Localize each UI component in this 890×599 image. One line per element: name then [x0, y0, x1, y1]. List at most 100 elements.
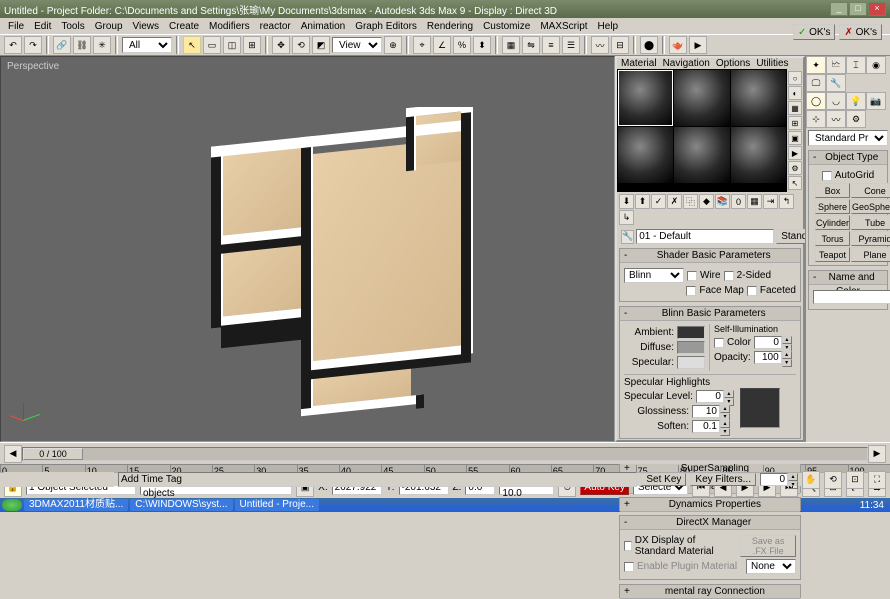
box-button[interactable]: Box: [815, 183, 850, 198]
menu-modifiers[interactable]: Modifiers: [205, 21, 254, 32]
rollout-shader-header[interactable]: Shader Basic Parameters: [620, 249, 800, 263]
systems-tab-icon[interactable]: ⚙: [846, 110, 866, 128]
pivot-button[interactable]: ⊕: [384, 36, 402, 54]
menu-edit[interactable]: Edit: [30, 21, 55, 32]
me-menu-utilities[interactable]: Utilities: [756, 58, 788, 69]
mat-id-icon[interactable]: 0: [731, 194, 746, 209]
facemap-checkbox[interactable]: [686, 286, 696, 296]
sample-uv-icon[interactable]: ⊞: [788, 116, 802, 130]
dx-save-button[interactable]: Save as .FX File: [740, 535, 796, 557]
object-name-input[interactable]: [813, 290, 890, 304]
menu-help[interactable]: Help: [594, 21, 623, 32]
dx-plugin-combo[interactable]: None: [746, 559, 796, 574]
material-editor-button[interactable]: ⬤: [640, 36, 658, 54]
sample-type-icon[interactable]: ○: [788, 71, 802, 85]
selection-filter-combo[interactable]: All: [122, 37, 172, 53]
me-menu-navigation[interactable]: Navigation: [663, 58, 710, 69]
autogrid-checkbox[interactable]: [822, 171, 832, 181]
angle-snap-button[interactable]: ∠: [433, 36, 451, 54]
maximize-button[interactable]: □: [849, 2, 867, 16]
object-type-header[interactable]: Object Type: [809, 151, 887, 165]
dx-display-checkbox[interactable]: [624, 541, 632, 551]
material-slot-4[interactable]: [618, 127, 673, 183]
torus-button[interactable]: Torus: [815, 231, 850, 246]
select-by-name-button[interactable]: ▭: [203, 36, 221, 54]
undo-button[interactable]: ↶: [4, 36, 22, 54]
add-time-tag[interactable]: Add Time Tag: [118, 472, 637, 487]
quick-render-button[interactable]: ▶: [689, 36, 707, 54]
timeslider-next-icon[interactable]: ▶: [868, 445, 886, 463]
me-menu-material[interactable]: Material: [621, 58, 657, 69]
show-end-icon[interactable]: ⇥: [763, 194, 778, 209]
coord-system-combo[interactable]: View: [332, 37, 382, 53]
move-button[interactable]: ✥: [272, 36, 290, 54]
go-forward-icon[interactable]: ↳: [619, 210, 634, 225]
taskbar-item-2[interactable]: C:\WINDOWS\syst...: [130, 499, 232, 511]
put-to-scene-icon[interactable]: ⬆: [635, 194, 650, 209]
material-slot-2[interactable]: [674, 70, 729, 126]
spin-up-icon[interactable]: ▴: [782, 336, 792, 344]
viewport-perspective[interactable]: Perspective: [0, 56, 615, 442]
material-slot-1[interactable]: [618, 70, 673, 126]
hierarchy-tab-icon[interactable]: ⌶: [846, 56, 866, 74]
helpers-tab-icon[interactable]: ⊹: [806, 110, 826, 128]
curve-editor-button[interactable]: 〰: [591, 36, 609, 54]
cancel-button[interactable]: OK's: [839, 24, 882, 40]
taskbar-item-3[interactable]: Untitled - Proje...: [235, 499, 319, 511]
diffuse-swatch[interactable]: [677, 341, 705, 354]
scale-button[interactable]: ◩: [312, 36, 330, 54]
dx-plugin-checkbox[interactable]: [624, 562, 634, 572]
material-slot-6[interactable]: [731, 127, 786, 183]
me-menu-options[interactable]: Options: [716, 58, 750, 69]
geosphere-button[interactable]: GeoSphere: [851, 199, 890, 214]
pick-material-icon[interactable]: 🔧: [621, 230, 634, 244]
faceted-checkbox[interactable]: [747, 286, 757, 296]
current-frame-input[interactable]: [760, 473, 788, 486]
window-crossing-button[interactable]: ⊞: [243, 36, 261, 54]
key-filters-button[interactable]: Key Filters...: [690, 473, 756, 486]
menu-customize[interactable]: Customize: [479, 21, 534, 32]
time-slider[interactable]: 0 / 100: [22, 447, 868, 461]
snap-button[interactable]: ⌖: [413, 36, 431, 54]
show-map-icon[interactable]: ▦: [747, 194, 762, 209]
pyramid-button[interactable]: Pyramid: [851, 231, 890, 246]
motion-tab-icon[interactable]: ◉: [866, 56, 886, 74]
backlight-icon[interactable]: ◐: [788, 86, 802, 100]
go-parent-icon[interactable]: ↰: [779, 194, 794, 209]
arc-rotate-icon[interactable]: ⟲: [824, 471, 842, 489]
rollout-directx-header[interactable]: DirectX Manager: [620, 516, 800, 530]
menu-rendering[interactable]: Rendering: [423, 21, 477, 32]
modify-tab-icon[interactable]: 🗠: [826, 56, 846, 74]
name-color-header[interactable]: Name and Color: [809, 271, 887, 285]
teapot-button[interactable]: Teapot: [815, 247, 850, 262]
material-name-input[interactable]: [636, 229, 774, 244]
min-max-icon[interactable]: ⛶: [868, 471, 886, 489]
specular-swatch[interactable]: [677, 356, 705, 369]
menu-create[interactable]: Create: [165, 21, 203, 32]
taskbar-item-1[interactable]: 3DMAX2011材质贴...: [24, 499, 128, 511]
speclvl-input[interactable]: [696, 390, 724, 403]
mirror-button[interactable]: ⇋: [522, 36, 540, 54]
ok-button[interactable]: OK's: [793, 24, 836, 40]
render-scene-button[interactable]: 🫖: [669, 36, 687, 54]
select-by-mat-icon[interactable]: ↖: [788, 176, 802, 190]
rotate-button[interactable]: ⟲: [292, 36, 310, 54]
bind-spwarp-button[interactable]: ✳: [93, 36, 111, 54]
rollout-dynamics-header[interactable]: Dynamics Properties: [620, 498, 800, 512]
close-button[interactable]: ×: [868, 2, 886, 16]
cameras-tab-icon[interactable]: 📷: [866, 92, 886, 110]
spinner-snap-button[interactable]: ⬍: [473, 36, 491, 54]
options-icon[interactable]: ⚙: [788, 161, 802, 175]
system-clock[interactable]: 11:34: [856, 500, 888, 511]
menu-maxscript[interactable]: MAXScript: [536, 21, 591, 32]
put-to-lib-icon[interactable]: 📚: [715, 194, 730, 209]
start-button[interactable]: [2, 499, 22, 511]
spacewarps-tab-icon[interactable]: 〰: [826, 110, 846, 128]
video-check-icon[interactable]: ▣: [788, 131, 802, 145]
menu-group[interactable]: Group: [91, 21, 127, 32]
plane-button[interactable]: Plane: [851, 247, 890, 262]
gloss-input[interactable]: [692, 405, 720, 418]
material-slot-5[interactable]: [674, 127, 729, 183]
create-tab-icon[interactable]: ✦: [806, 56, 826, 74]
maximize-vp-icon[interactable]: ⊡: [846, 471, 864, 489]
